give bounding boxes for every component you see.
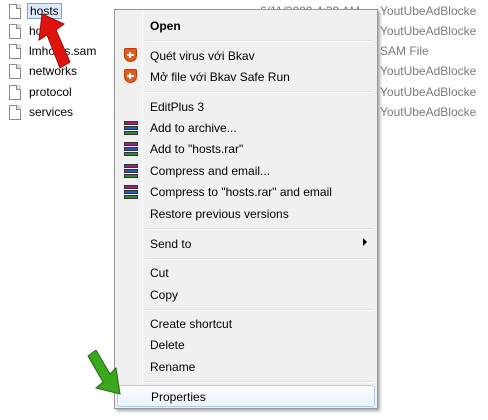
menu-item-cut[interactable]: Cut — [117, 262, 375, 284]
file-name: services — [29, 105, 74, 119]
menu-separator — [145, 228, 373, 230]
menu-item-delete[interactable]: Delete — [117, 334, 375, 356]
chevron-right-icon — [363, 238, 367, 246]
menu-item-editplus[interactable]: EditPlus 3 — [117, 96, 375, 118]
file-type: YoutUbeAdBlocke — [380, 85, 477, 99]
context-menu: Open Quét virus với Bkav Mở file với Bka… — [114, 9, 378, 409]
menu-item-label: Delete — [150, 338, 185, 352]
menu-item-label: EditPlus 3 — [150, 100, 205, 114]
menu-item-add-archive[interactable]: Add to archive... — [117, 117, 375, 139]
menu-item-compress-rar-email[interactable]: Compress to "hosts.rar" and email — [117, 181, 375, 203]
red-arrow-icon — [38, 14, 71, 69]
winrar-icon — [123, 141, 139, 157]
menu-item-send-to[interactable]: Send to — [117, 233, 375, 255]
menu-item-copy[interactable]: Copy — [117, 284, 375, 306]
menu-item-label: Compress to "hosts.rar" and email — [150, 185, 332, 199]
menu-item-label: Mở file với Bkav Safe Run — [150, 70, 290, 84]
menu-item-add-rar[interactable]: Add to "hosts.rar" — [117, 138, 375, 160]
winrar-icon — [123, 184, 139, 200]
file-icon — [9, 85, 21, 100]
menu-item-label: Add to archive... — [150, 121, 237, 135]
menu-item-properties[interactable]: Properties — [117, 385, 375, 407]
file-icon — [9, 64, 21, 79]
menu-item-label: Create shortcut — [150, 317, 233, 331]
menu-separator — [145, 381, 373, 383]
menu-item-rename[interactable]: Rename — [117, 356, 375, 378]
menu-separator — [145, 309, 373, 311]
menu-item-label: Rename — [150, 360, 196, 374]
winrar-icon — [123, 163, 139, 179]
bkav-shield-icon — [123, 69, 139, 85]
menu-separator — [145, 91, 373, 93]
menu-item-label: Compress and email... — [150, 164, 271, 178]
menu-item-scan-bkav[interactable]: Quét virus với Bkav — [117, 45, 375, 67]
menu-item-label: Restore previous versions — [150, 207, 289, 221]
menu-item-label: Open — [150, 19, 181, 33]
file-icon — [9, 44, 21, 59]
file-icon — [9, 4, 21, 19]
menu-item-label: Cut — [150, 266, 169, 280]
menu-item-create-shortcut[interactable]: Create shortcut — [117, 313, 375, 335]
file-type: SAM File — [380, 44, 429, 58]
file-type: YoutUbeAdBlocke — [380, 24, 477, 38]
menu-item-open[interactable]: Open — [117, 15, 375, 37]
menu-item-compress-email[interactable]: Compress and email... — [117, 160, 375, 182]
menu-separator — [145, 40, 373, 42]
menu-separator — [145, 258, 373, 260]
file-name: protocol — [29, 85, 72, 99]
winrar-icon — [123, 120, 139, 136]
menu-item-restore[interactable]: Restore previous versions — [117, 203, 375, 225]
file-type: YoutUbeAdBlocke — [380, 105, 477, 119]
green-arrow-icon — [87, 350, 121, 395]
file-icon — [9, 24, 21, 39]
file-type: YoutUbeAdBlocke — [380, 64, 477, 78]
bkav-shield-icon — [123, 48, 139, 64]
menu-item-label: Quét virus với Bkav — [150, 49, 255, 63]
menu-item-label: Add to "hosts.rar" — [150, 142, 244, 156]
menu-item-safe-run-bkav[interactable]: Mở file với Bkav Safe Run — [117, 66, 375, 88]
file-type: YoutUbeAdBlocke — [380, 4, 477, 18]
menu-item-label: Copy — [150, 288, 179, 302]
file-icon — [9, 105, 21, 120]
menu-item-label: Send to — [150, 237, 192, 251]
menu-item-label: Properties — [151, 390, 206, 404]
